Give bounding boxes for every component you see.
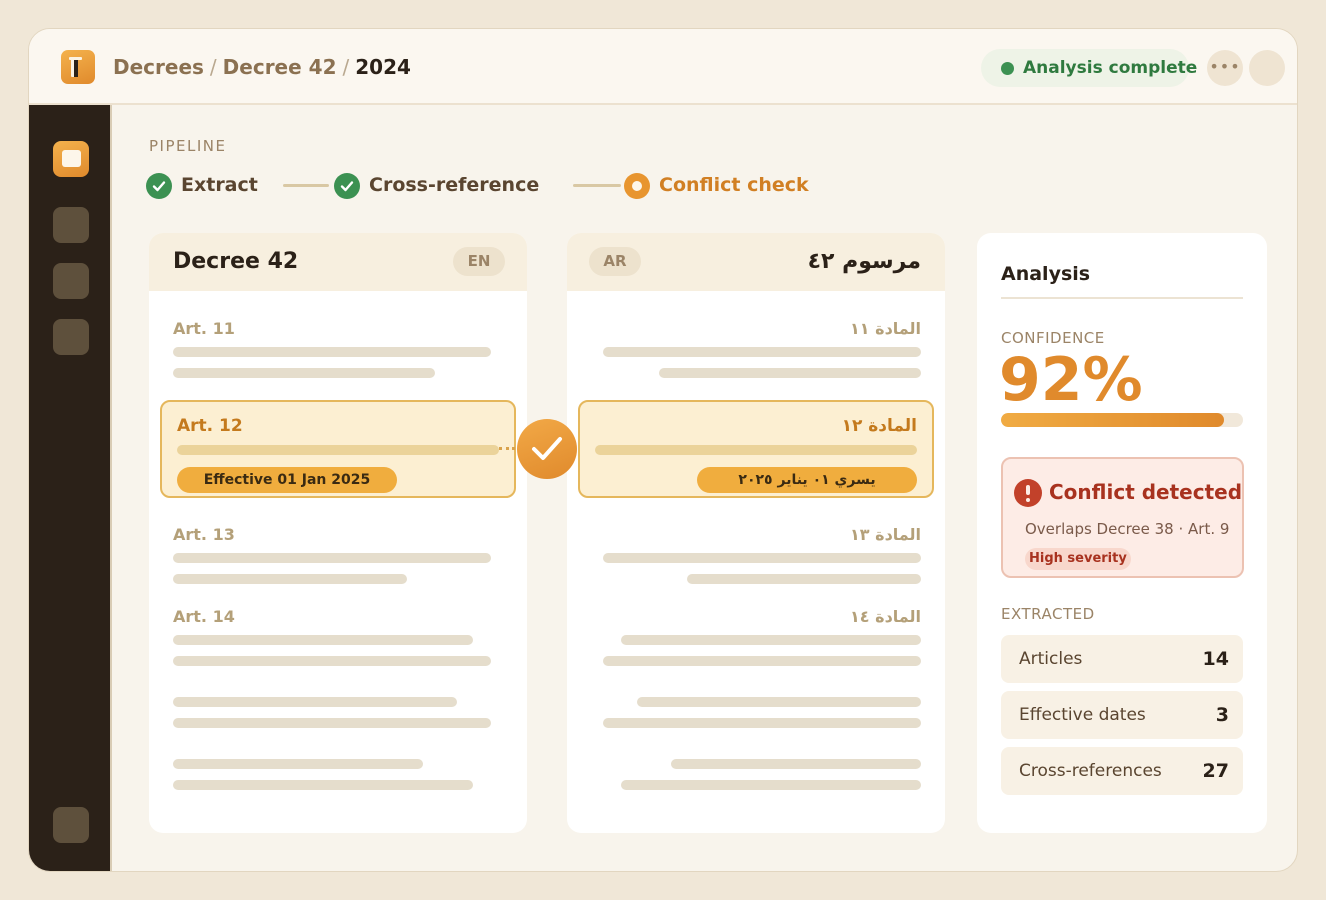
- pipeline-connector: [283, 184, 329, 187]
- sidebar-item-settings[interactable]: [53, 807, 89, 843]
- alert-icon: [1014, 479, 1042, 507]
- avatar[interactable]: [1249, 50, 1285, 86]
- more-options-button[interactable]: •••: [1207, 50, 1243, 86]
- extracted-name: Cross-references: [1019, 761, 1162, 781]
- article-label: المادة ١١: [850, 319, 921, 338]
- breadcrumb: Decrees / Decree 42/2024: [113, 55, 411, 79]
- text-line: [671, 759, 921, 769]
- check-icon: [146, 173, 172, 199]
- extracted-name: Articles: [1019, 649, 1083, 669]
- article-label: Art. 13: [173, 525, 235, 544]
- text-line: [603, 347, 921, 357]
- app-logo-icon[interactable]: [61, 50, 95, 84]
- text-line: [177, 445, 499, 455]
- effective-date-chip-ar[interactable]: يسري ٠١ يناير ٢٠٢٥: [697, 467, 917, 493]
- text-line: [603, 718, 921, 728]
- sidebar-item-3[interactable]: [53, 263, 89, 299]
- step-extract[interactable]: Extract: [181, 174, 258, 196]
- lang-badge-en[interactable]: EN: [453, 247, 505, 276]
- pipeline-label: PIPELINE: [149, 137, 227, 155]
- analysis-panel: Analysis CONFIDENCE 92% Conflict detecte…: [977, 233, 1267, 833]
- document-panel-ar: AR مرسوم ٤٢ المادة ١١ المادة ١٣ المادة ١…: [567, 233, 945, 833]
- text-line: [173, 368, 435, 378]
- status-badge: Analysis complete: [981, 49, 1197, 87]
- text-line: [621, 635, 921, 645]
- ellipsis-icon: •••: [1209, 57, 1241, 76]
- sidebar-item-2[interactable]: [53, 207, 89, 243]
- extracted-count: 27: [1202, 760, 1229, 782]
- article-label: Art. 12: [177, 416, 243, 436]
- article-label: المادة ١٣: [850, 525, 921, 544]
- panel-header: AR مرسوم ٤٢: [567, 233, 945, 291]
- extracted-count: 3: [1215, 704, 1229, 726]
- effective-date-chip-en[interactable]: Effective 01 Jan 2025: [177, 467, 397, 493]
- conflict-title: Conflict detected: [1049, 480, 1243, 504]
- severity-badge: High severity: [1025, 548, 1131, 570]
- doc-title-en: Decree 42: [173, 249, 299, 274]
- lang-badge-ar[interactable]: AR: [589, 247, 641, 276]
- document-panel-en: Decree 42 EN Art. 11 Art. 13 Art. 14: [149, 233, 527, 833]
- breadcrumb-current-year: 2024: [355, 55, 411, 79]
- text-line: [173, 635, 473, 645]
- divider: [1001, 297, 1243, 299]
- status-text: Analysis complete: [1023, 58, 1198, 78]
- text-line: [173, 574, 407, 584]
- pipeline-connector: [573, 184, 621, 187]
- sidebar-item-documents[interactable]: [53, 141, 89, 177]
- check-icon: [334, 173, 360, 199]
- text-line: [637, 697, 921, 707]
- confidence-bar-fill: [1001, 413, 1224, 427]
- text-line: [173, 718, 491, 728]
- text-line: [595, 445, 917, 455]
- match-check-icon[interactable]: [517, 419, 577, 479]
- sidebar-item-4[interactable]: [53, 319, 89, 355]
- text-line: [173, 656, 491, 666]
- extracted-row-cross-references[interactable]: Cross-references 27: [1001, 747, 1243, 795]
- sidebar: [29, 105, 112, 871]
- confidence-value: 92%: [999, 345, 1143, 415]
- analysis-title: Analysis: [1001, 263, 1091, 285]
- highlighted-article-ar[interactable]: المادة ١٢ يسري ٠١ يناير ٢٠٢٥: [578, 400, 934, 498]
- step-conflict-check[interactable]: Conflict check: [659, 174, 809, 196]
- extracted-count: 14: [1202, 648, 1229, 670]
- text-line: [659, 368, 921, 378]
- highlighted-article-en[interactable]: Art. 12 Effective 01 Jan 2025: [160, 400, 516, 498]
- active-step-icon: [624, 173, 650, 199]
- article-label: المادة ١٤: [850, 607, 921, 626]
- extracted-label: EXTRACTED: [1001, 605, 1095, 623]
- conflict-card[interactable]: Conflict detected Overlaps Decree 38 · A…: [1001, 457, 1244, 578]
- text-line: [603, 553, 921, 563]
- breadcrumb-decree-42[interactable]: Decree 42: [223, 55, 337, 79]
- extracted-name: Effective dates: [1019, 705, 1146, 725]
- step-cross-reference[interactable]: Cross-reference: [369, 174, 539, 196]
- article-label: Art. 14: [173, 607, 235, 626]
- status-dot-icon: [1001, 62, 1014, 75]
- text-line: [173, 759, 423, 769]
- text-line: [173, 780, 473, 790]
- article-label: Art. 11: [173, 319, 235, 338]
- text-line: [173, 347, 491, 357]
- breadcrumb-decrees[interactable]: Decrees: [113, 55, 204, 79]
- text-line: [173, 553, 491, 563]
- text-line: [621, 780, 921, 790]
- conflict-description: Overlaps Decree 38 · Art. 9: [1025, 520, 1230, 538]
- top-bar: Decrees / Decree 42/2024 Analysis complete…: [29, 29, 1297, 105]
- extracted-row-effective-dates[interactable]: Effective dates 3: [1001, 691, 1243, 739]
- confidence-bar: [1001, 413, 1243, 427]
- article-label: المادة ١٢: [841, 416, 917, 436]
- app-window: Decrees / Decree 42/2024 Analysis complete…: [28, 28, 1298, 872]
- doc-title-ar: مرسوم ٤٢: [807, 249, 921, 274]
- panel-header: Decree 42 EN: [149, 233, 527, 291]
- text-line: [173, 697, 457, 707]
- extracted-row-articles[interactable]: Articles 14: [1001, 635, 1243, 683]
- text-line: [603, 656, 921, 666]
- text-line: [687, 574, 921, 584]
